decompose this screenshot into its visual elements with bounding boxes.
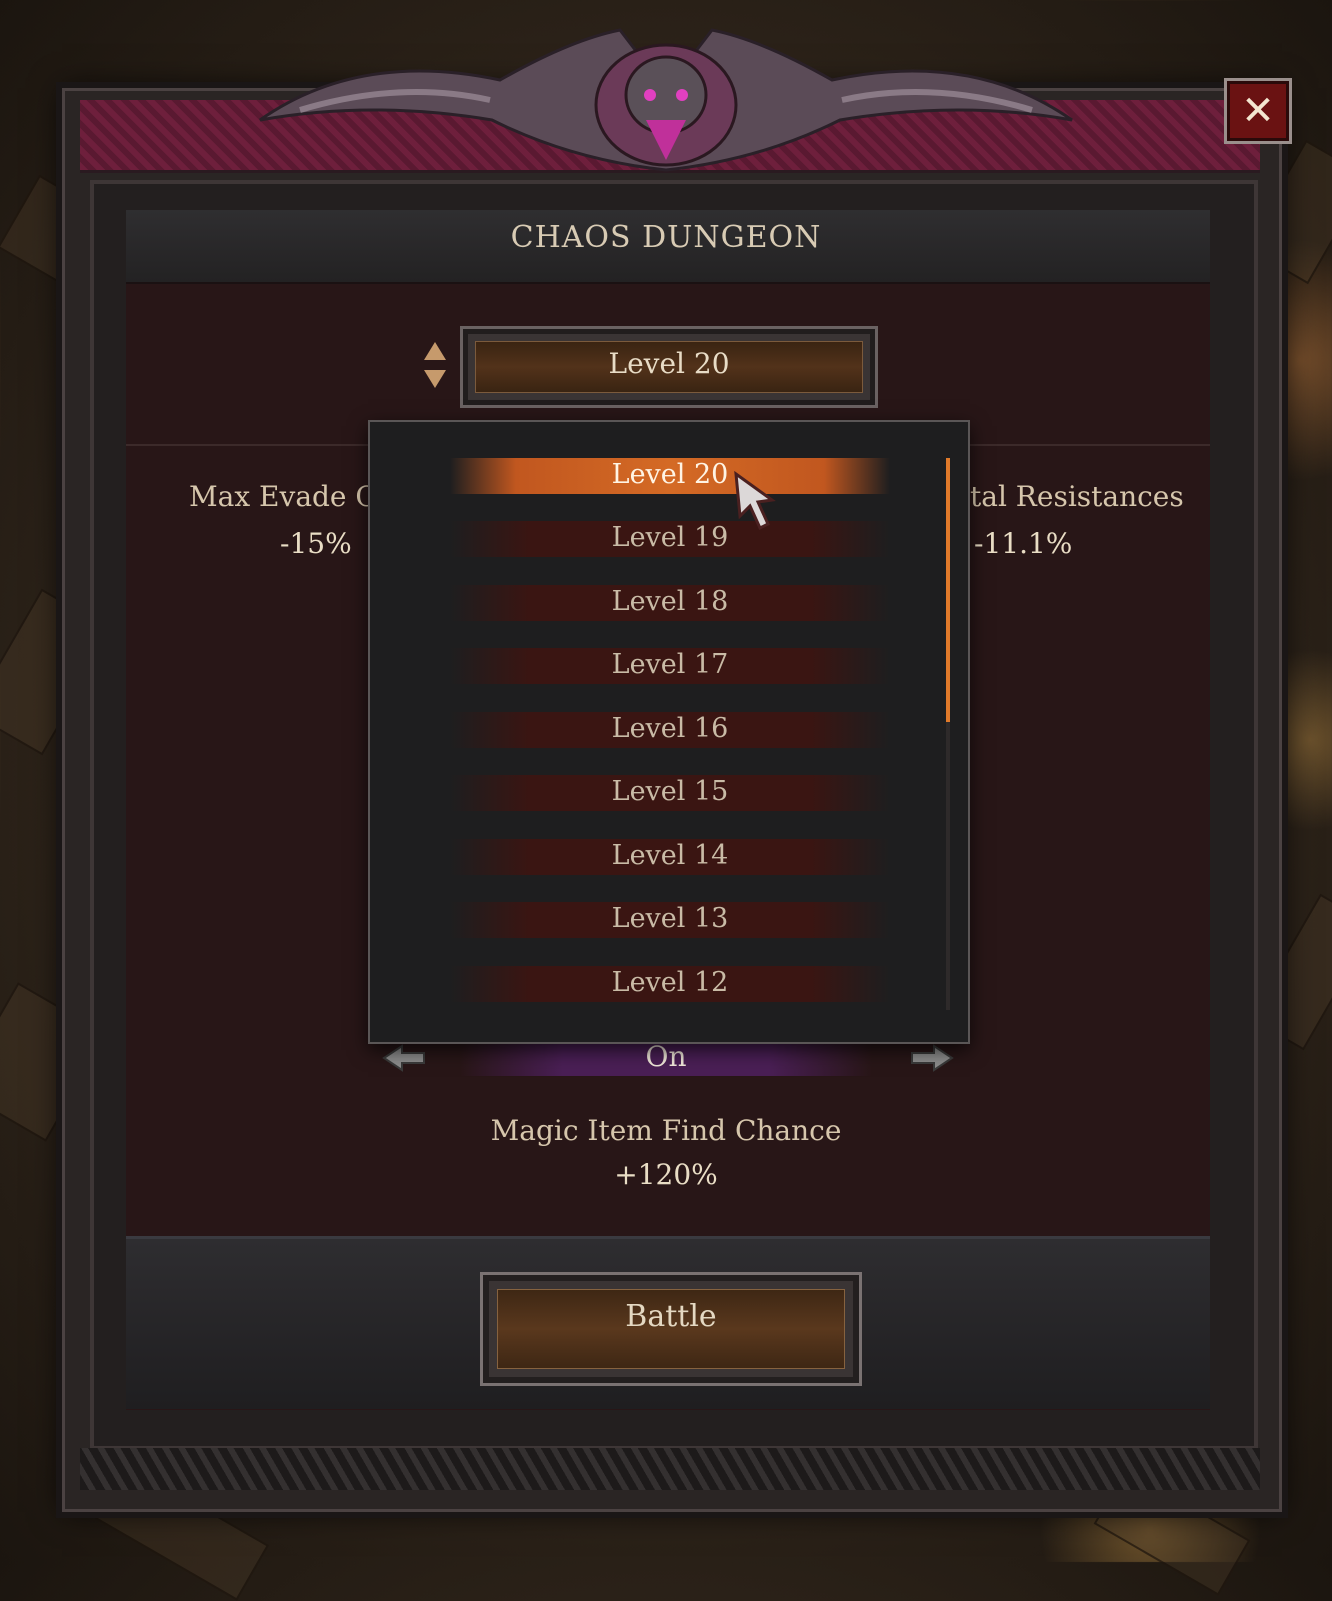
- level-option-label: Level 17: [611, 649, 729, 680]
- reward-label: Magic Item Find Chance: [490, 1114, 842, 1147]
- arrow-left-icon[interactable]: [382, 1044, 426, 1072]
- level-option-label: Level 15: [611, 776, 729, 807]
- level-option[interactable]: Level 13: [450, 902, 890, 938]
- level-option[interactable]: Level 15: [450, 775, 890, 811]
- toggle-value: On: [645, 1040, 687, 1073]
- level-option[interactable]: Level 14: [450, 839, 890, 875]
- modifier-left-label: Max Evade Ch: [189, 480, 395, 513]
- level-option-label: Level 14: [611, 840, 729, 871]
- reward-value: +120%: [614, 1158, 718, 1191]
- close-icon: ✕: [1241, 88, 1275, 134]
- divider-left: [126, 444, 368, 446]
- level-option[interactable]: Level 20: [450, 458, 890, 494]
- demon-skull-ornament-icon: [259, 28, 1073, 172]
- modifier-right-label: tal Resistances: [970, 480, 1184, 513]
- level-option-label: Level 16: [611, 713, 729, 744]
- level-option[interactable]: Level 16: [450, 712, 890, 748]
- bottom-band: [80, 1448, 1260, 1490]
- arrow-right-icon[interactable]: [910, 1044, 954, 1072]
- level-option-label: Level 18: [611, 586, 729, 617]
- divider-right: [966, 444, 1210, 446]
- dropdown-scrollbar[interactable]: [946, 458, 950, 1010]
- level-dropdown[interactable]: Level 20: [460, 326, 878, 408]
- modifier-left-value: -15%: [280, 527, 352, 560]
- level-option-label: Level 13: [611, 903, 729, 934]
- level-dropdown-list[interactable]: Level 20 Level 19 Level 18 Level 17 Leve…: [368, 420, 970, 1044]
- level-option-label: Level 20: [611, 459, 729, 490]
- mouse-cursor-icon: [734, 470, 776, 530]
- level-option-label: Level 12: [611, 967, 729, 998]
- close-button[interactable]: ✕: [1224, 78, 1292, 144]
- level-option[interactable]: Level 18: [450, 585, 890, 621]
- level-option[interactable]: Level 19: [450, 521, 890, 557]
- battle-button[interactable]: Battle: [480, 1272, 862, 1386]
- level-stepper-icon[interactable]: [422, 340, 448, 390]
- modifier-right-value: -11.1%: [974, 527, 1073, 560]
- level-option[interactable]: Level 12: [450, 966, 890, 1002]
- dialog-title: CHAOS DUNGEON: [510, 220, 822, 255]
- level-option-label: Level 19: [611, 522, 729, 553]
- level-dropdown-value: Level 20: [608, 347, 730, 380]
- battle-button-label: Battle: [625, 1299, 717, 1334]
- dropdown-scrollbar-thumb[interactable]: [946, 458, 950, 722]
- level-option[interactable]: Level 17: [450, 648, 890, 684]
